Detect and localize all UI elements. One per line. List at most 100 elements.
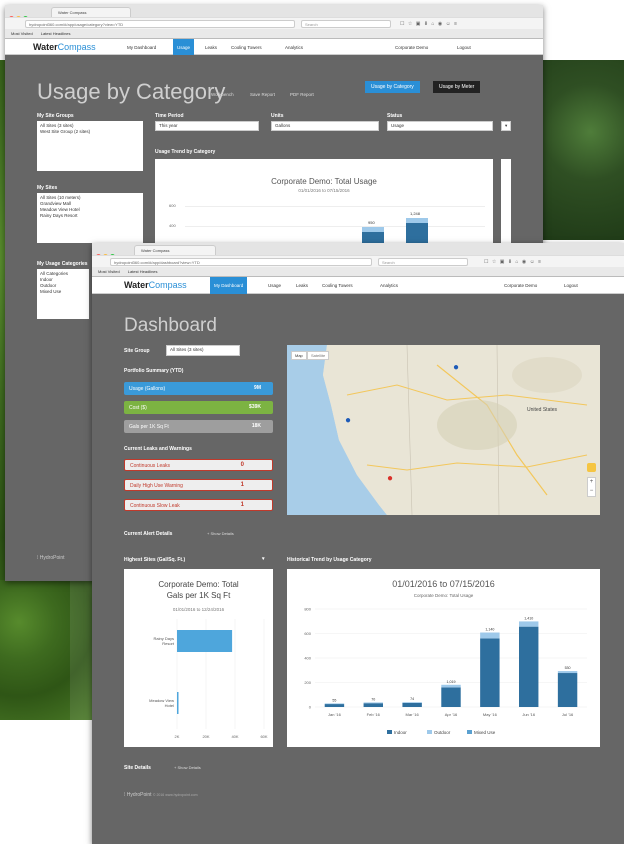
portfolio-cost-tile[interactable]: Cost ($) $39K: [124, 401, 273, 414]
nav-cooling-towers[interactable]: Cooling Towers: [318, 277, 357, 293]
time-period-select[interactable]: This year: [155, 121, 259, 131]
y-tick-label: 400: [304, 656, 311, 661]
portfolio-usage-tile[interactable]: Usage (Gallons) 9M: [124, 382, 273, 395]
url-input[interactable]: hydropoint360.com/#/app/dashboard?view=Y…: [110, 258, 372, 266]
status-label: Status: [387, 113, 403, 119]
site-groups-list[interactable]: All Sites (3 sites) West Site Group (2 s…: [37, 121, 143, 171]
bar: [177, 630, 233, 652]
x-tick-label: Apr '16: [445, 712, 458, 717]
bar-segment: [402, 702, 422, 703]
bar-label: 950: [368, 220, 375, 225]
usage-by-category-button[interactable]: Usage by Category: [365, 81, 420, 93]
browser-search-input[interactable]: Search: [301, 20, 391, 28]
sites-list[interactable]: All Sites (10 meters) Grandview Mall Mea…: [37, 193, 143, 243]
site-groups-label: My Site Groups: [37, 113, 74, 119]
bar-segment: [480, 632, 500, 639]
time-period-label: Time Period: [155, 113, 184, 119]
x-tick-label: 40K: [231, 734, 238, 739]
units-select[interactable]: Gallons: [271, 121, 379, 131]
logout-link[interactable]: Logout: [564, 283, 578, 288]
map-tab-satellite[interactable]: Satellite: [307, 351, 330, 360]
list-item[interactable]: Rainy Days Resort: [40, 213, 140, 219]
account-menu[interactable]: Corporate Demo: [504, 283, 537, 288]
portfolio-summary-label: Portfolio Summary (YTD): [124, 368, 184, 374]
nav-leaks[interactable]: Leaks: [292, 277, 312, 293]
background-shrub-photo: [540, 60, 624, 240]
alert-show-details-link[interactable]: + Show Details: [207, 531, 234, 536]
bar-segment: [557, 673, 578, 707]
url-input[interactable]: hydropoint360.com/#/app/usage/category?v…: [25, 20, 295, 28]
usage-trend-chart: Corporate Demo: Total Usage 01/01/2016 t…: [155, 159, 493, 249]
nav-leaks[interactable]: Leaks: [201, 39, 221, 55]
chart-subtitle: 01/01/2016 to 07/15/2016: [298, 188, 350, 193]
app-navbar: WaterCompass My Dashboard Usage Leaks Co…: [5, 39, 543, 55]
nav-analytics[interactable]: Analytics: [281, 39, 307, 55]
street-view-icon[interactable]: [587, 463, 596, 472]
water-compass-logo[interactable]: WaterCompass: [124, 280, 187, 290]
continuous-leaks-tile[interactable]: Continuous Leaks 0: [124, 459, 273, 471]
y-tick: 600: [169, 203, 176, 208]
bar: [177, 692, 179, 714]
site-show-details-link[interactable]: + Show Details: [174, 765, 201, 770]
browser-tab[interactable]: Water Compass: [134, 245, 216, 255]
continuous-slow-leak-tile[interactable]: Continuous Slow Leak 1: [124, 499, 273, 511]
logout-link[interactable]: Logout: [457, 45, 471, 50]
pdf-report-link[interactable]: PDF Report: [290, 92, 314, 97]
bar-label: 55: [332, 698, 336, 702]
highest-sites-svg: Corporate Demo: Total Gals per 1K Sq Ft 01…: [149, 580, 268, 739]
browser-search-input[interactable]: Search: [378, 258, 468, 266]
highest-sites-chart: Corporate Demo: Total Gals per 1K Sq Ft 01…: [124, 569, 273, 747]
page-title: Dashboard: [124, 315, 217, 336]
bar-segment: [363, 702, 383, 704]
browser-toolbar-icons[interactable]: ☐ ☆ ▣ ⬇ ⌂ ◉ ☺ ≡: [400, 21, 458, 27]
bar-segment: [480, 638, 500, 707]
workbench-link[interactable]: Workbench: [211, 92, 234, 97]
chart-title: 01/01/2016 to 07/15/2016: [392, 579, 495, 589]
footer-brand: ⁞ HydroPoint: [37, 555, 65, 561]
nav-usage[interactable]: Usage: [173, 39, 195, 55]
leaks-warnings-label: Current Leaks and Warnings: [124, 446, 192, 452]
legend-label: Indoor: [394, 730, 407, 735]
browser-tab[interactable]: Water Compass: [51, 7, 131, 17]
bar-segment: [441, 684, 461, 688]
legend-swatch: [387, 730, 392, 734]
map-marker-red-icon[interactable]: ●: [387, 473, 393, 484]
nav-usage[interactable]: Usage: [264, 277, 285, 293]
y-tick-label: 0: [309, 705, 312, 710]
usage-trend-label: Usage Trend by Category: [155, 149, 216, 155]
usage-by-meter-button[interactable]: Usage by Meter: [433, 81, 481, 93]
water-compass-logo[interactable]: WaterCompass: [33, 42, 96, 52]
extra-select[interactable]: ▾: [501, 121, 511, 131]
x-tick-label: Jan '16: [328, 712, 342, 717]
bookmark-item[interactable]: Most Visited: [11, 31, 33, 36]
bar-segment: [441, 687, 461, 707]
usage-categories-list[interactable]: All Categories Indoor Outdoor Mixed Use: [37, 269, 89, 319]
list-item[interactable]: Mixed Use: [40, 289, 86, 295]
nav-cooling-towers[interactable]: Cooling Towers: [227, 39, 266, 55]
map-marker-blue-icon[interactable]: ●: [345, 415, 351, 426]
save-report-link[interactable]: Save Report: [250, 92, 275, 97]
bookmark-item[interactable]: Most Visited: [98, 269, 120, 274]
site-map[interactable]: Map Satellite United States ● ● ● + −: [287, 345, 600, 515]
y-tick-label: 200: [304, 680, 311, 685]
map-tab-map[interactable]: Map: [291, 351, 307, 360]
nav-analytics[interactable]: Analytics: [376, 277, 402, 293]
bookmark-item[interactable]: Latest Headlines: [128, 269, 158, 274]
nav-my-dashboard[interactable]: My Dashboard: [210, 277, 248, 294]
browser-toolbar-icons[interactable]: ☐ ☆ ▣ ⬇ ⌂ ◉ ☺ ≡: [484, 259, 542, 265]
chart-title: Gals per 1K Sq Ft: [167, 591, 231, 600]
daily-high-use-tile[interactable]: Daily High Use Warning 1: [124, 479, 273, 491]
zoom-controls[interactable]: + −: [587, 477, 596, 497]
bookmark-item[interactable]: Latest Headlines: [41, 31, 71, 36]
account-menu[interactable]: Corporate Demo: [395, 45, 428, 50]
map-marker-blue-icon[interactable]: ●: [453, 362, 459, 373]
category-label: Hotel: [165, 703, 174, 708]
y-tick-label: 800: [304, 607, 311, 612]
site-group-select[interactable]: All Sites (3 sites): [166, 345, 240, 356]
browser-chrome: Water Compass hydropoint360.com/#/app/da…: [92, 243, 624, 277]
nav-my-dashboard[interactable]: My Dashboard: [123, 39, 160, 55]
highest-sites-dropdown-icon[interactable]: ▾: [262, 556, 265, 562]
portfolio-gals-tile[interactable]: Gals per 1K Sq Ft 18K: [124, 420, 273, 433]
list-item[interactable]: West Site Group (2 sites): [40, 129, 140, 135]
status-select[interactable]: Usage: [387, 121, 493, 131]
